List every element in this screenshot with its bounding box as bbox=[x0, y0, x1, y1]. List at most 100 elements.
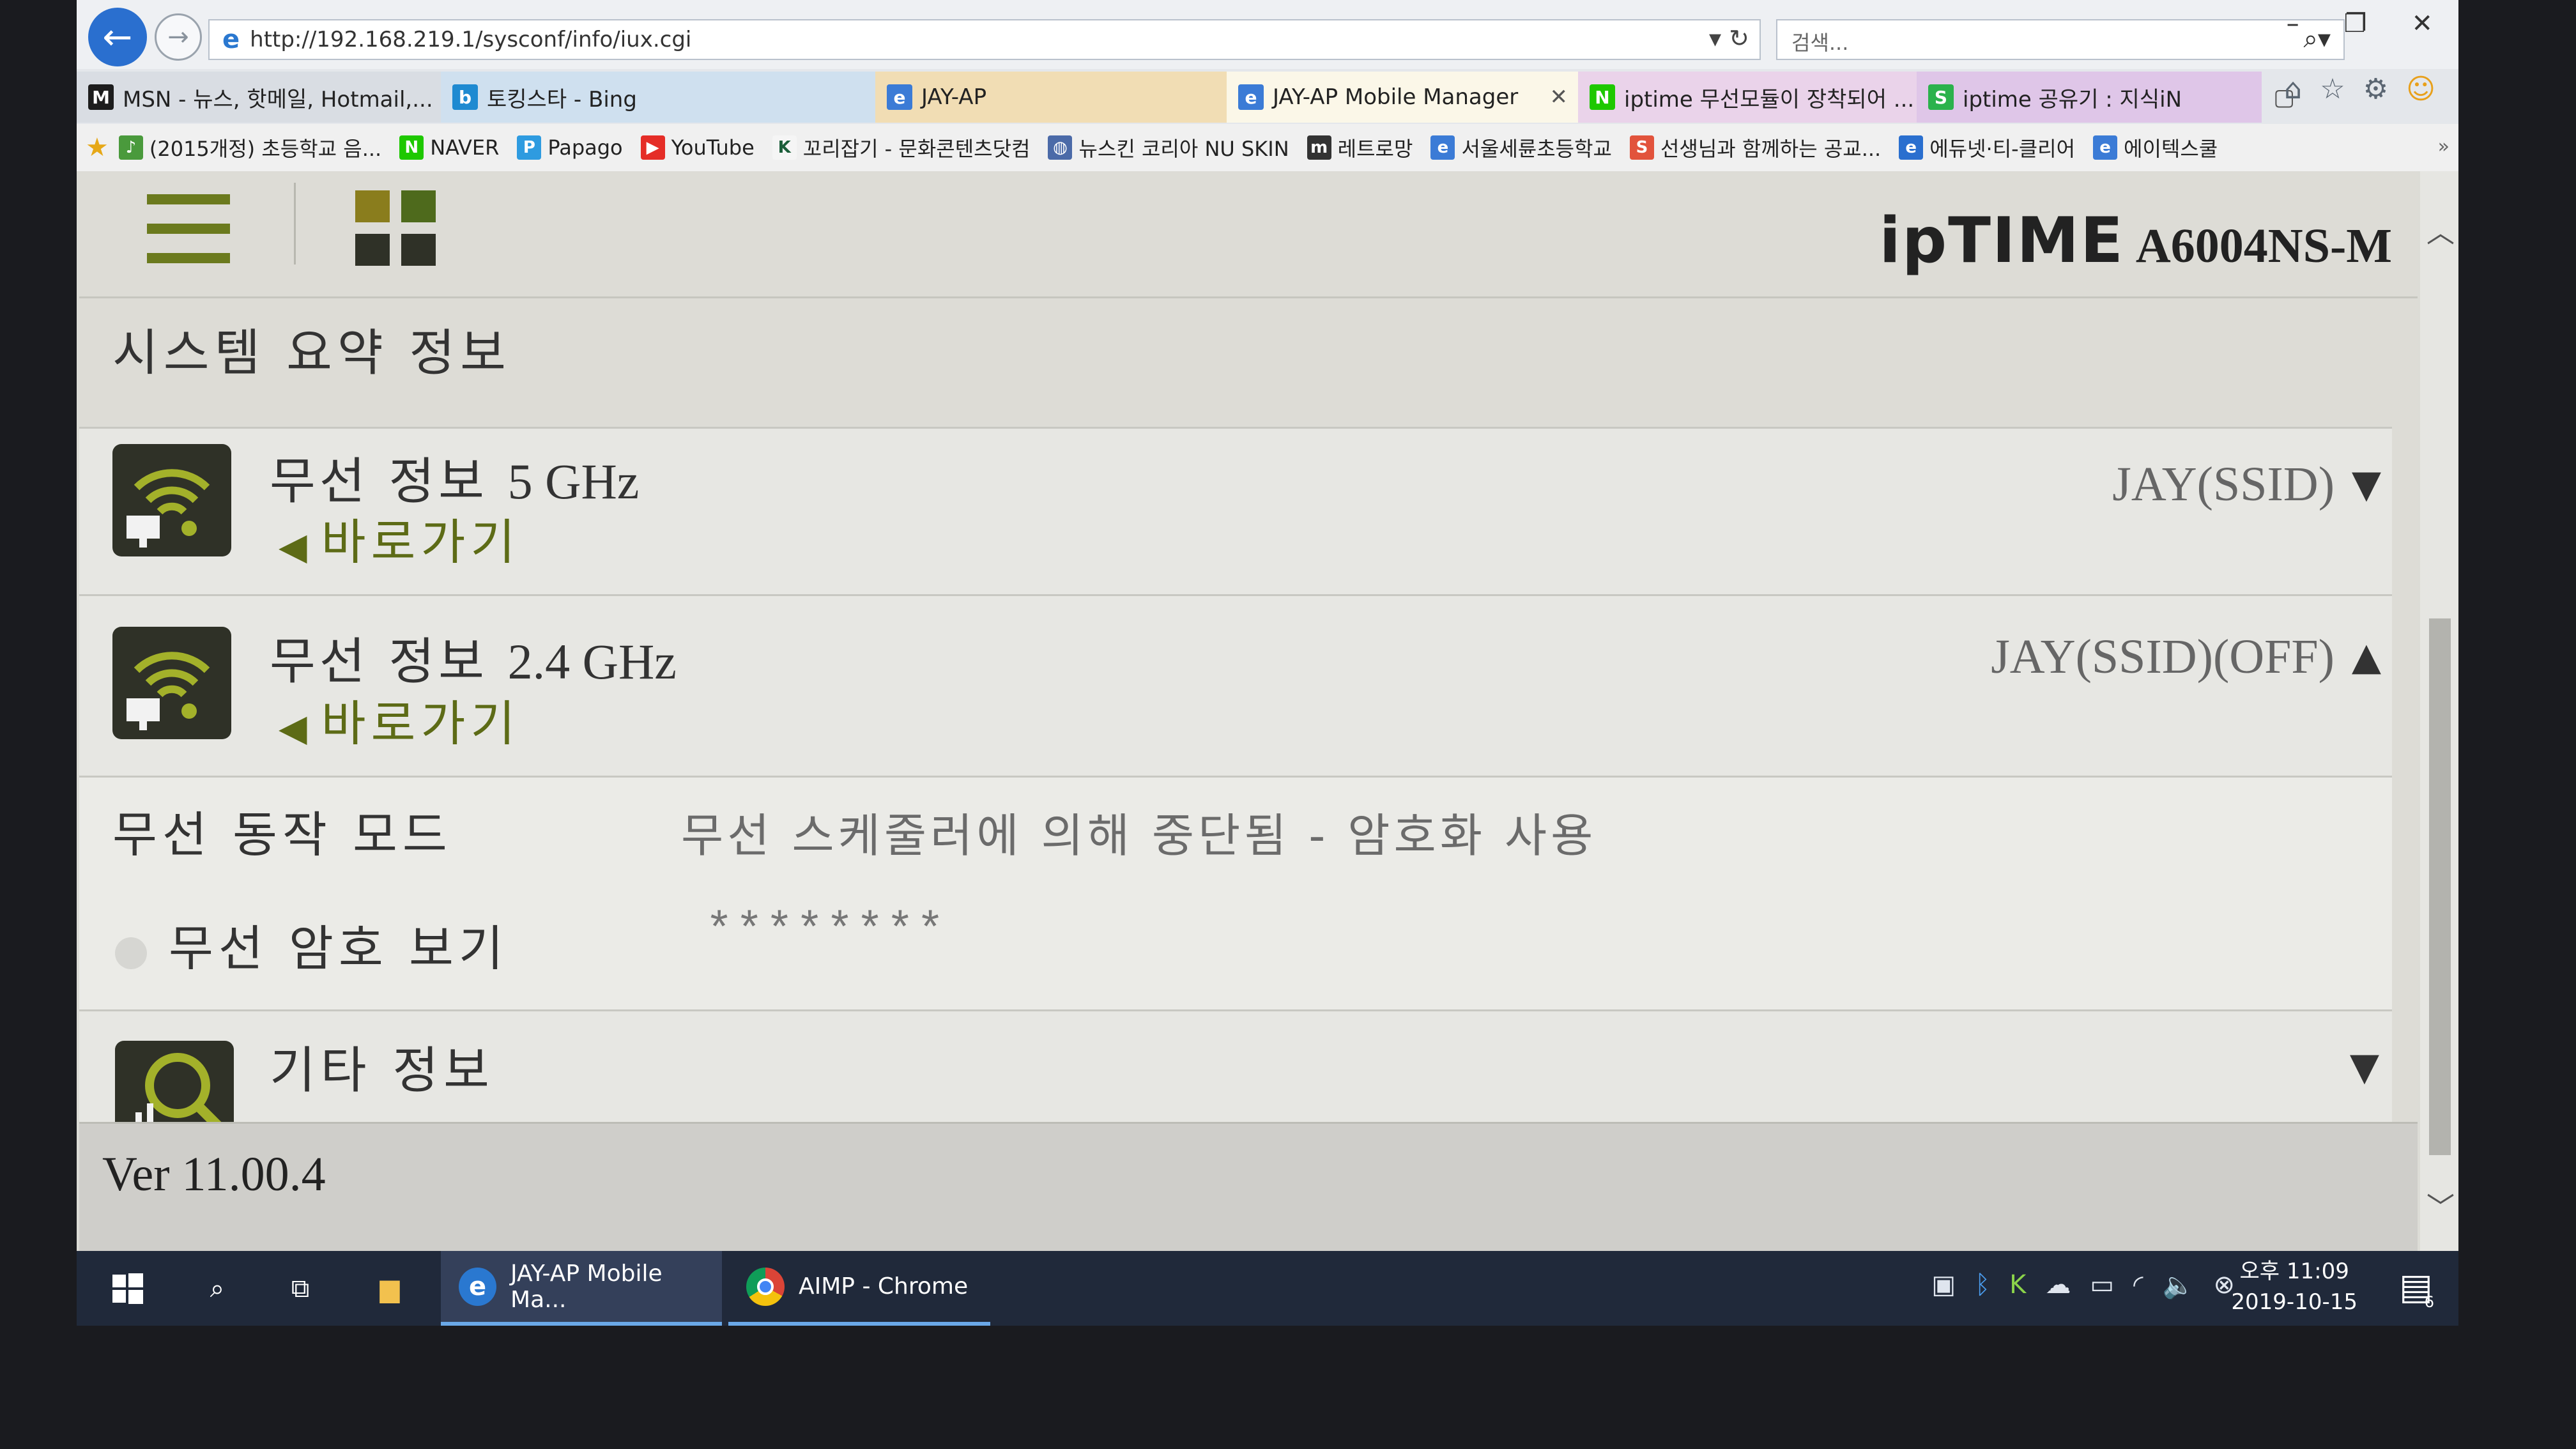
shortcut-link-24g[interactable]: ◀ 바로가기 bbox=[279, 684, 520, 755]
system-clock[interactable]: 오후 11:09 2019-10-15 bbox=[2231, 1256, 2358, 1317]
bluetooth-icon[interactable]: ᛒ bbox=[1975, 1270, 1990, 1300]
tab-jay-ap-mobile[interactable]: e JAY-AP Mobile Manager ✕ bbox=[1227, 72, 1578, 123]
hamburger-menu-icon[interactable] bbox=[147, 194, 230, 264]
fav-nuskin[interactable]: ◍ 뉴스킨 코리아 NU SKIN bbox=[1048, 133, 1289, 162]
clock-time: 오후 11:09 bbox=[2239, 1259, 2349, 1284]
wifi-tray-icon[interactable]: ◜ bbox=[2133, 1270, 2143, 1300]
k-app-icon[interactable]: K bbox=[2009, 1270, 2026, 1300]
taskbar-app-label: JAY-AP Mobile Ma... bbox=[510, 1260, 663, 1313]
tab-iptime-kin[interactable]: S iptime 공유기 : 지식iN bbox=[1917, 72, 2262, 123]
fav-label: (2015개정) 초등학교 음... bbox=[149, 137, 382, 161]
apps-grid-icon[interactable] bbox=[355, 190, 438, 273]
close-window-icon[interactable]: ✕ bbox=[2411, 9, 2433, 38]
window-controls: – ❐ ✕ bbox=[2287, 9, 2433, 38]
task-view-icon[interactable]: ⧉ bbox=[268, 1251, 332, 1326]
divider bbox=[79, 296, 2418, 298]
title-prefix: 무선 정보 bbox=[270, 453, 488, 510]
wireless-24g-title: 무선 정보 2.4 GHz bbox=[270, 622, 677, 693]
fav-edunet[interactable]: e 에듀넷·티-클리어 bbox=[1899, 133, 2075, 162]
model-name: A6004NS-M bbox=[2135, 219, 2392, 273]
favorites-star-icon[interactable]: ★ bbox=[86, 133, 109, 162]
fav-label: YouTube bbox=[671, 135, 755, 160]
screen: ← → e http://192.168.219.1/sysconf/info/… bbox=[77, 0, 2458, 1326]
tab-jay-ap[interactable]: e JAY-AP bbox=[875, 72, 1227, 123]
kin-icon: S bbox=[1928, 84, 1954, 110]
tab-label: JAY-AP Mobile Manager bbox=[1273, 84, 1519, 110]
fav-school[interactable]: e 서울세륜초등학교 bbox=[1430, 133, 1612, 162]
fav-naver[interactable]: N NAVER bbox=[399, 135, 499, 160]
fav-music-textbook[interactable]: ♪ (2015개정) 초등학교 음... bbox=[118, 133, 382, 162]
scroll-down-icon[interactable]: ﹀ bbox=[2426, 1184, 2455, 1225]
k-icon: K bbox=[772, 135, 797, 160]
show-password-checkbox[interactable] bbox=[115, 937, 147, 969]
taskbar-app-chrome[interactable]: AIMP - Chrome bbox=[728, 1251, 990, 1326]
tab-bing[interactable]: b 토킹스타 - Bing bbox=[441, 72, 875, 123]
browser-title-bar: ← → e http://192.168.219.1/sysconf/info/… bbox=[77, 0, 2458, 69]
tab-iptime-naver[interactable]: N iptime 무선모듈이 장착되어 ... bbox=[1578, 72, 1917, 123]
address-bar[interactable]: e http://192.168.219.1/sysconf/info/iux.… bbox=[208, 19, 1761, 60]
bing-icon: b bbox=[452, 84, 478, 110]
tab-msn[interactable]: M MSN - 뉴스, 핫메일, Hotmail,... bbox=[77, 72, 441, 123]
collapse-up-icon[interactable]: ▲ bbox=[2341, 634, 2392, 679]
fav-teacher[interactable]: S 선생님과 함께하는 공교... bbox=[1629, 133, 1882, 162]
edunet-icon: e bbox=[1899, 135, 1924, 160]
other-info-label: 기타 정보 bbox=[270, 1042, 494, 1100]
search-placeholder: 검색... bbox=[1791, 31, 1849, 55]
windows-start-icon[interactable] bbox=[96, 1251, 160, 1326]
notification-count: 6 bbox=[2424, 1293, 2434, 1311]
header-divider bbox=[294, 183, 296, 264]
expand-down-icon[interactable]: ▼ bbox=[2350, 1045, 2379, 1089]
fav-label: 꼬리잡기 - 문화콘텐츠닷컴 bbox=[802, 137, 1031, 161]
fav-label: 뉴스킨 코리아 NU SKIN bbox=[1078, 137, 1289, 161]
file-explorer-icon[interactable]: ▆ bbox=[358, 1251, 422, 1326]
volume-icon[interactable]: 🔈 bbox=[2163, 1270, 2195, 1300]
page-ie-icon: e bbox=[222, 25, 240, 54]
wireless-mode-panel: 무선 동작 모드 무선 스케줄러에 의해 중단됨 - 암호화 사용 무선 암호 … bbox=[79, 776, 2392, 1012]
show-password-label[interactable]: 무선 암호 보기 bbox=[169, 909, 509, 979]
back-button[interactable]: ← bbox=[88, 8, 147, 66]
fav-label: 선생님과 함께하는 공교... bbox=[1660, 137, 1882, 161]
shortcut-link-5g[interactable]: ◀ 바로가기 bbox=[279, 503, 520, 573]
fav-papago[interactable]: P Papago bbox=[517, 135, 623, 160]
fav-label: 서울세륜초등학교 bbox=[1461, 137, 1612, 161]
minimize-icon[interactable]: – bbox=[2287, 9, 2299, 38]
router-brand: ipTIME A6004NS-M bbox=[1879, 204, 2392, 277]
home-icon[interactable]: ⌂ bbox=[2284, 73, 2302, 105]
wireless-mode-value: 무선 스케줄러에 의해 중단됨 - 암호화 사용 bbox=[681, 809, 1597, 862]
scroll-thumb[interactable] bbox=[2429, 618, 2451, 1155]
taskbar-search-icon[interactable]: ⌕ bbox=[185, 1251, 249, 1326]
fav-culture-content[interactable]: K 꼬리잡기 - 문화콘텐츠닷컴 bbox=[772, 133, 1031, 162]
more-favorites-icon[interactable]: » bbox=[2438, 135, 2450, 158]
fav-retromang[interactable]: m 레트로망 bbox=[1307, 133, 1413, 162]
forward-button[interactable]: → bbox=[155, 13, 202, 61]
scroll-up-icon[interactable]: ︿ bbox=[2426, 210, 2455, 250]
page-footer: Ver 11.00.4 bbox=[79, 1122, 2418, 1251]
favorites-star-icon[interactable]: ☆ bbox=[2320, 73, 2345, 105]
onedrive-cloud-icon[interactable]: ☁ bbox=[2045, 1270, 2071, 1300]
smiley-feedback-icon[interactable]: ☺ bbox=[2406, 73, 2435, 105]
back-arrow-icon: ← bbox=[102, 16, 133, 58]
refresh-icon[interactable]: ▾ ↻ bbox=[1709, 24, 1749, 52]
message-icon[interactable]: ▣ bbox=[1931, 1270, 1956, 1300]
search-input[interactable]: 검색... ⌕▾ bbox=[1776, 19, 2345, 60]
band-label: 5 GHz bbox=[507, 454, 640, 509]
taskbar-app-label: AIMP - Chrome bbox=[799, 1273, 969, 1300]
wireless-5g-row[interactable]: 무선 정보 5 GHz ◀ 바로가기 JAY(SSID) ▼ bbox=[79, 427, 2392, 594]
youtube-icon: ▶ bbox=[640, 135, 665, 160]
restore-icon[interactable]: ❐ bbox=[2344, 9, 2367, 38]
wireless-24g-row[interactable]: 무선 정보 2.4 GHz ◀ 바로가기 JAY(SSID)(OFF) ▲ bbox=[79, 594, 2392, 777]
expand-down-icon[interactable]: ▼ bbox=[2341, 462, 2392, 507]
settings-gear-icon[interactable]: ⚙ bbox=[2363, 73, 2388, 105]
fav-youtube[interactable]: ▶ YouTube bbox=[640, 135, 755, 160]
chrome-icon bbox=[746, 1267, 785, 1306]
page-header: ipTIME A6004NS-M bbox=[79, 171, 2418, 299]
other-info-row[interactable]: 기타 정보 ▼ bbox=[79, 1009, 2392, 1137]
battery-icon[interactable]: ▭ bbox=[2090, 1270, 2114, 1300]
page-scrollbar[interactable]: ︿ ﹀ bbox=[2420, 171, 2458, 1251]
close-tab-icon[interactable]: ✕ bbox=[1550, 84, 1568, 110]
fav-label: NAVER bbox=[430, 135, 500, 160]
ssid-24g: JAY(SSID)(OFF) bbox=[1991, 630, 2334, 684]
taskbar-app-ie[interactable]: e JAY-AP Mobile Ma... bbox=[441, 1251, 722, 1326]
fav-atexschool[interactable]: e 에이텍스쿨 bbox=[2093, 133, 2218, 162]
naver-icon: N bbox=[399, 135, 424, 160]
